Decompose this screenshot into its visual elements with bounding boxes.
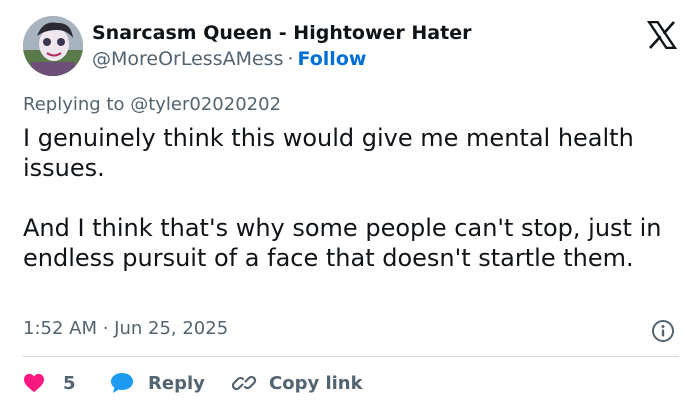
avatar[interactable] bbox=[23, 16, 83, 76]
reply-button[interactable]: Reply bbox=[109, 367, 205, 399]
copy-link-button[interactable]: Copy link bbox=[231, 367, 363, 399]
reply-label: Reply bbox=[148, 372, 205, 394]
follow-button[interactable]: Follow bbox=[298, 48, 367, 70]
copy-link-label: Copy link bbox=[269, 372, 363, 394]
heart-icon bbox=[24, 373, 44, 393]
x-logo-icon[interactable] bbox=[647, 21, 677, 49]
replying-to: Replying to @tyler02020202 bbox=[23, 94, 281, 115]
like-button[interactable]: 5 bbox=[23, 367, 76, 399]
replying-to-mention[interactable]: @tyler02020202 bbox=[130, 94, 281, 115]
divider bbox=[23, 356, 679, 357]
speech-bubble-icon bbox=[111, 373, 133, 393]
handle-line: @MoreOrLessAMess · Follow bbox=[92, 48, 366, 70]
tweet-paragraph: And I think that's why some people can't… bbox=[23, 214, 662, 272]
info-icon[interactable] bbox=[651, 319, 675, 343]
like-count: 5 bbox=[63, 372, 76, 394]
separator-dot: · bbox=[287, 48, 294, 70]
tweet-card: Snarcasm Queen - Hightower Hater @MoreOr… bbox=[0, 0, 700, 410]
tweet-text: I genuinely think this would give me men… bbox=[23, 123, 683, 273]
tweet-paragraph: I genuinely think this would give me men… bbox=[23, 124, 634, 182]
tweet-timestamp[interactable]: 1:52 AM · Jun 25, 2025 bbox=[23, 318, 228, 339]
user-handle[interactable]: @MoreOrLessAMess bbox=[92, 48, 283, 70]
link-icon bbox=[231, 375, 257, 391]
display-name[interactable]: Snarcasm Queen - Hightower Hater bbox=[92, 22, 471, 44]
avatar-image bbox=[23, 16, 83, 76]
replying-to-label: Replying to bbox=[23, 94, 125, 115]
